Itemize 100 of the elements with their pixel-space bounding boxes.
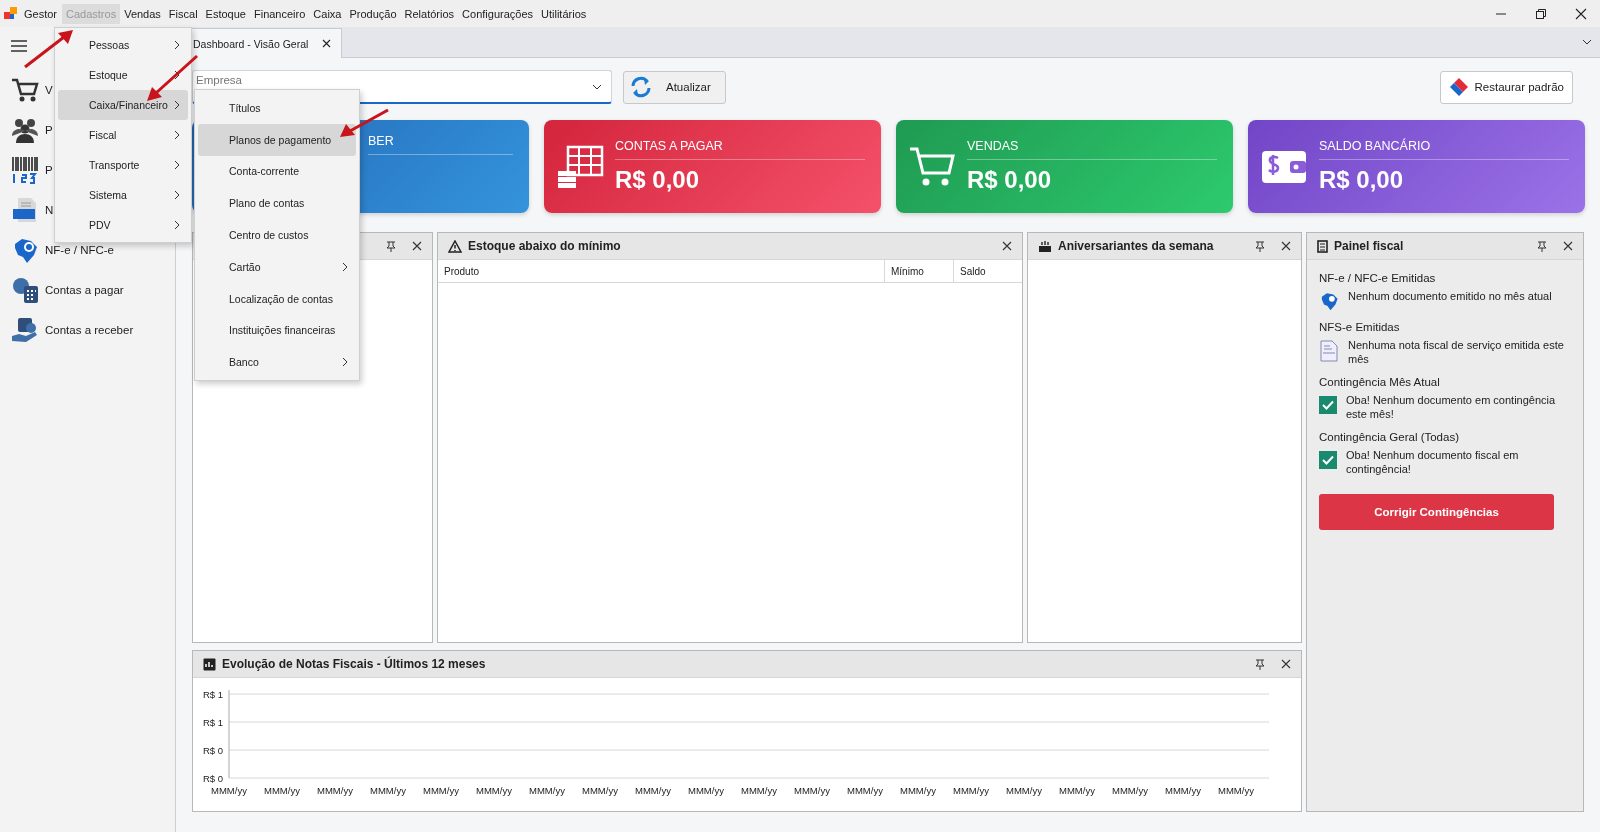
menu-item[interactable]: Fiscal	[58, 120, 188, 150]
axis-label: MMM/yy	[688, 785, 724, 796]
section-heading: NF-e / NFC-e Emitidas	[1319, 272, 1437, 284]
chevron-down-icon[interactable]	[592, 84, 602, 90]
card-value: R$ 0,00	[615, 166, 701, 194]
close-icon[interactable]	[1563, 241, 1573, 251]
calculator-icon[interactable]	[11, 276, 39, 304]
app-logo-icon	[4, 6, 18, 21]
axis-label: MMM/yy	[1112, 785, 1148, 796]
card-title: CONTAS A PAGAR	[615, 139, 865, 160]
fix-button[interactable]: Corrigir Contingências	[1319, 494, 1554, 530]
menu-item[interactable]: Cartão	[198, 251, 356, 283]
close-icon[interactable]	[322, 39, 332, 48]
sidebar-item[interactable]: Contas a receber	[45, 324, 134, 336]
axis-label: MMM/yy	[741, 785, 777, 796]
chevron-right-icon	[174, 160, 180, 170]
barcode-icon[interactable]	[11, 156, 39, 184]
menu-item[interactable]: Estoque	[58, 60, 188, 90]
sidebar-item[interactable]: P	[45, 124, 53, 136]
menu-item[interactable]: Centro de custos	[198, 219, 356, 251]
chevron-right-icon	[174, 40, 180, 50]
restore-default-button[interactable]: Restaurar padrão	[1439, 70, 1573, 104]
sidebar-item[interactable]: N	[45, 204, 54, 216]
close-icon[interactable]	[1575, 7, 1587, 20]
sidebar-item[interactable]: NF-e / NFC-e	[45, 244, 114, 256]
status-text: Oba! Nenhum documento em contingência este mês!	[1346, 393, 1557, 421]
column-header[interactable]: Produto	[438, 260, 884, 282]
sidebar-item[interactable]: P	[45, 164, 53, 176]
menu-item[interactable]: Fiscal	[164, 3, 202, 24]
menu-item[interactable]: Utilitários	[537, 3, 591, 24]
axis-label: MMM/yy	[476, 785, 512, 796]
menu-icon[interactable]	[11, 40, 27, 52]
chevron-right-icon	[174, 220, 180, 230]
menu-item[interactable]: PDV	[58, 210, 188, 240]
eraser-icon	[1448, 77, 1469, 97]
panel-title: Estoque abaixo do mínimo	[468, 239, 621, 253]
panel-title: Aniversariantes da semana	[1058, 239, 1214, 253]
menu-item[interactable]: Configurações	[458, 3, 537, 24]
axis-label: R$ 1	[202, 717, 223, 728]
refresh-button[interactable]: Atualizar	[623, 70, 726, 104]
chevron-right-icon	[174, 130, 180, 140]
document-icon[interactable]	[11, 196, 39, 224]
pin-icon[interactable]	[386, 240, 396, 252]
pin-icon[interactable]	[1537, 240, 1547, 252]
map-icon	[1319, 291, 1339, 311]
menu-item[interactable]: Estoque	[201, 3, 250, 24]
column-header[interactable]: Saldo	[953, 260, 1022, 282]
refresh-icon	[630, 76, 652, 98]
menu-item[interactable]: Relatórios	[400, 3, 459, 24]
menu-item[interactable]: Produção	[345, 3, 401, 24]
status-text: Oba! Nenhum documento fiscal em contingência!	[1346, 448, 1520, 476]
axis-label: MMM/yy	[582, 785, 618, 796]
pin-icon[interactable]	[1255, 240, 1265, 252]
menu-item[interactable]: Banco	[198, 346, 356, 379]
close-icon[interactable]	[1002, 241, 1012, 251]
axis-label: MMM/yy	[847, 785, 883, 796]
app-name: Gestor	[24, 7, 57, 20]
chevron-right-icon	[342, 261, 348, 272]
receipt-icon	[1317, 239, 1328, 253]
section-heading: Contingência Mês Atual	[1319, 376, 1441, 388]
axis-label: MMM/yy	[317, 785, 353, 796]
close-icon[interactable]	[412, 241, 422, 251]
pin-icon[interactable]	[1255, 658, 1265, 670]
axis-label: R$ 0	[202, 745, 223, 756]
hand-money-icon[interactable]	[11, 316, 39, 344]
axis-label: MMM/yy	[423, 785, 459, 796]
menu-item[interactable]: Financeiro	[249, 3, 310, 24]
menu-item[interactable]: Localização de contas	[198, 282, 356, 315]
panel-title: Painel fiscal	[1334, 239, 1404, 253]
menu-item[interactable]: Plano de contas	[198, 187, 356, 220]
sidebar-item[interactable]: Contas a pagar	[45, 284, 124, 296]
menu-item[interactable]: Conta-corrente	[198, 155, 356, 188]
section-heading: NFS-e Emitidas	[1319, 321, 1401, 333]
close-icon[interactable]	[1281, 659, 1291, 669]
menu-item[interactable]: Caixa/Financeiro	[58, 90, 188, 120]
people-icon[interactable]	[11, 116, 39, 144]
status-text: Nenhuma nota fiscal de serviço emitida este mês	[1348, 338, 1565, 366]
card-title: VENDAS	[967, 139, 1217, 160]
menu-item[interactable]: Sistema	[58, 180, 188, 210]
chevron-right-icon	[342, 357, 348, 368]
annotation-arrow	[147, 54, 198, 101]
chevron-down-icon[interactable]	[1582, 39, 1592, 45]
card-title: BER	[368, 134, 513, 155]
panel-title: Evolução de Notas Fiscais - Últimos 12 meses	[222, 657, 486, 671]
cart-icon[interactable]	[11, 76, 39, 104]
card-value: R$ 0,00	[967, 166, 1053, 194]
menu-item[interactable]: Instituições financeiras	[198, 314, 356, 347]
axis-label: MMM/yy	[264, 785, 300, 796]
menu-item[interactable]: Planos de pagamento	[198, 123, 356, 156]
annotation-arrow	[340, 108, 389, 137]
menu-item[interactable]: Caixa	[309, 3, 346, 24]
axis-label: MMM/yy	[1059, 785, 1095, 796]
menu-item[interactable]: Transporte	[58, 150, 188, 180]
section-heading: Contingência Geral (Todas)	[1319, 431, 1460, 443]
menu-item[interactable]: Vendas	[120, 3, 165, 24]
sidebar-item[interactable]: V	[45, 84, 53, 96]
restore-icon[interactable]	[1535, 7, 1547, 20]
axis-label: R$ 1	[202, 689, 223, 700]
close-icon[interactable]	[1281, 241, 1291, 251]
column-header[interactable]: Mínimo	[884, 260, 953, 282]
